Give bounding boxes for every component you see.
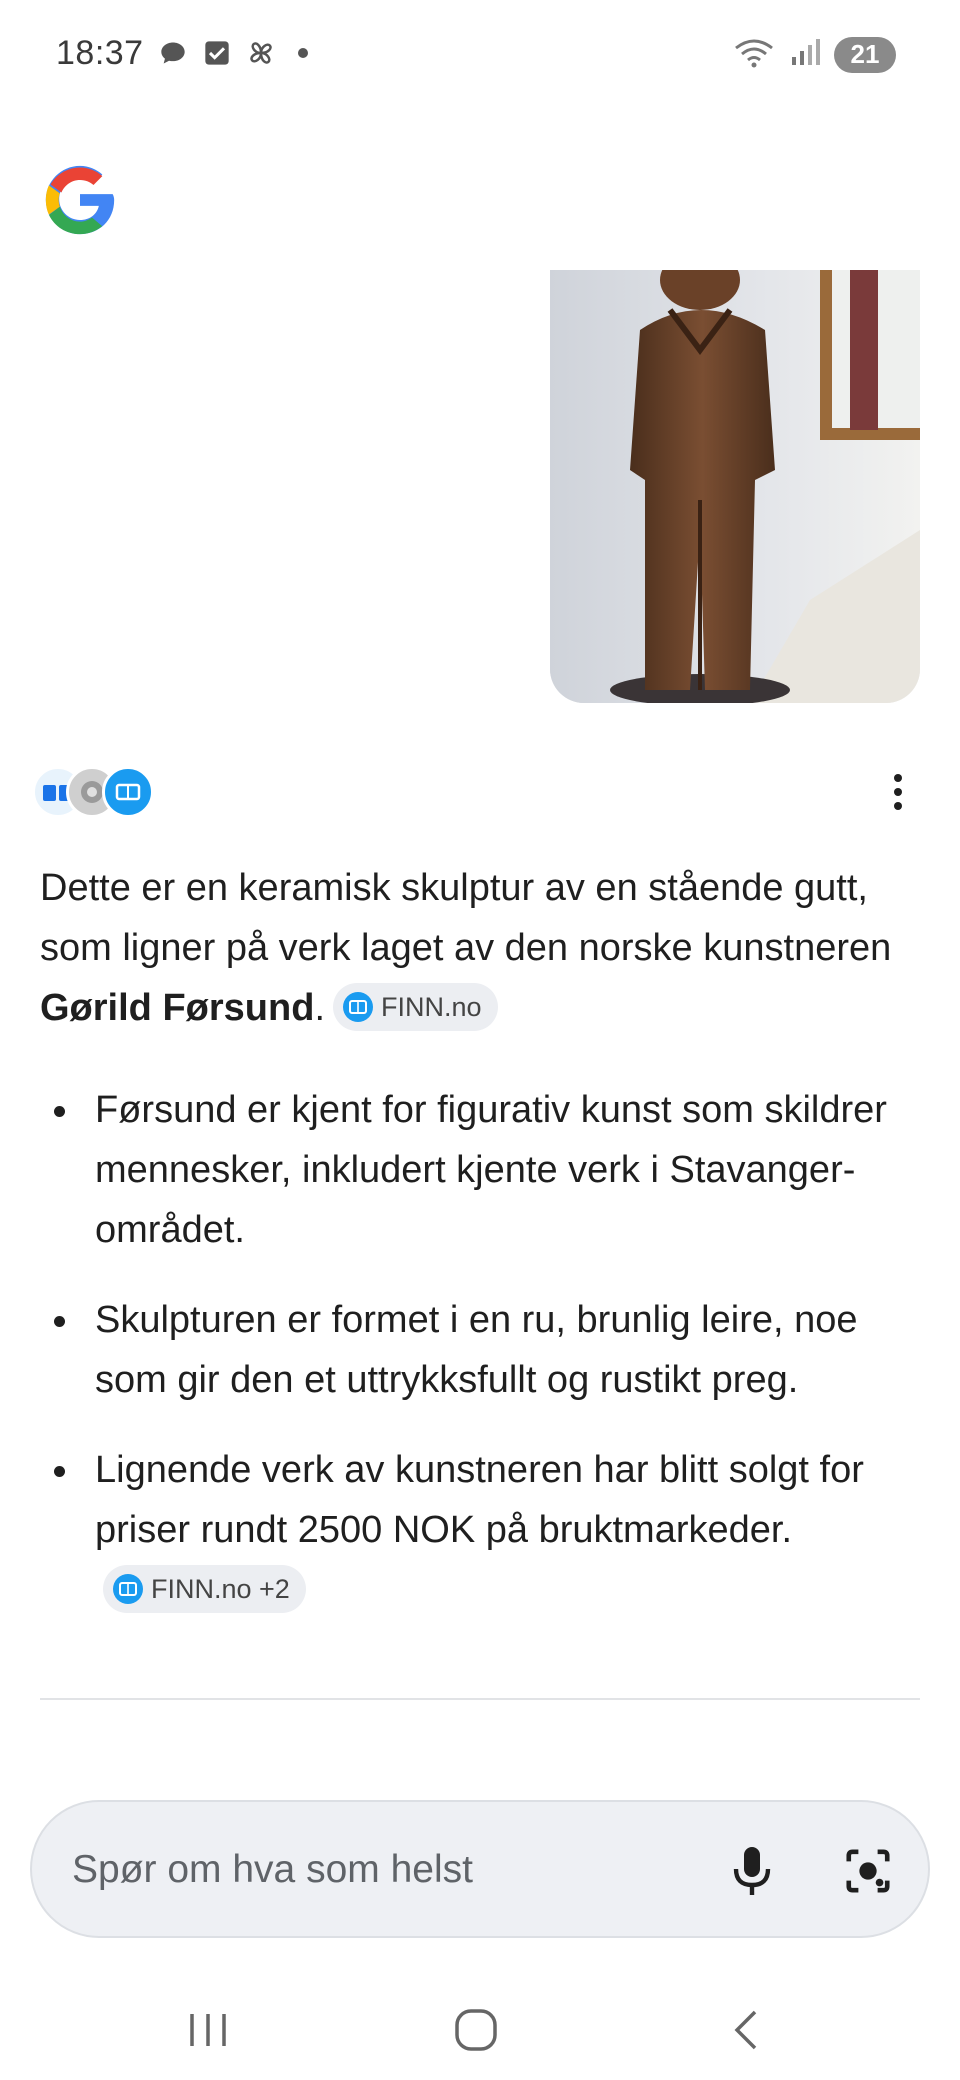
source-chip-label: FINN.no +2 (151, 1573, 290, 1604)
dot-icon (298, 48, 308, 58)
source-chip-finn[interactable]: FINN.no (333, 982, 498, 1031)
source-avatars[interactable] (32, 766, 172, 818)
home-button[interactable] (436, 2000, 516, 2060)
list-item: Førsund er kjent for figurativ kunst som… (40, 1080, 920, 1260)
status-time: 18:37 (56, 34, 144, 72)
mic-icon (733, 1847, 771, 1895)
pinwheel-icon (246, 38, 276, 68)
notification-icons (158, 38, 308, 68)
artist-name: Gørild Førsund (40, 987, 315, 1029)
battery-icon: 21 (834, 36, 896, 73)
system-nav-bar (0, 1980, 960, 2080)
answer-bullets: Førsund er kjent for figurativ kunst som… (40, 1080, 920, 1650)
answer-intro-text: Dette er en keramisk skulptur av en ståe… (40, 867, 892, 969)
camera-lens-icon (846, 1849, 890, 1893)
search-input[interactable] (72, 1838, 672, 1902)
source-chip-label: FINN.no (381, 991, 482, 1022)
lens-button[interactable] (838, 1841, 898, 1901)
source-chip-finn-more[interactable]: FINN.no +2 (103, 1564, 306, 1613)
sculpture-photo[interactable] (550, 270, 920, 703)
wifi-icon (732, 36, 776, 73)
list-item: Skulpturen er formet i en ru, brunlig le… (40, 1290, 920, 1410)
divider (40, 1698, 920, 1700)
chat-bubble-icon (158, 38, 188, 68)
status-bar: 18:37 21 (0, 0, 960, 110)
more-options-button[interactable] (876, 770, 920, 814)
home-icon (455, 2009, 497, 2051)
finn-chip-icon (343, 991, 373, 1022)
answer-intro: Dette er en keramisk skulptur av en ståe… (40, 867, 892, 1031)
back-icon (734, 2010, 757, 2050)
finn-chip-icon (113, 1573, 143, 1604)
signal-icon (790, 37, 820, 72)
google-logo[interactable] (40, 160, 120, 240)
list-item: Lignende verk av kunstneren har blitt so… (40, 1440, 920, 1620)
more-vert-icon (894, 774, 902, 782)
status-right: 21 (732, 36, 896, 73)
recents-icon (190, 2014, 226, 2046)
back-button[interactable] (706, 2000, 786, 2060)
finn-source-icon-2 (102, 766, 154, 818)
checkbox-icon (202, 38, 232, 68)
mic-button[interactable] (722, 1841, 782, 1901)
recent-apps-button[interactable] (168, 2000, 248, 2060)
search-bar[interactable] (30, 1800, 930, 1938)
